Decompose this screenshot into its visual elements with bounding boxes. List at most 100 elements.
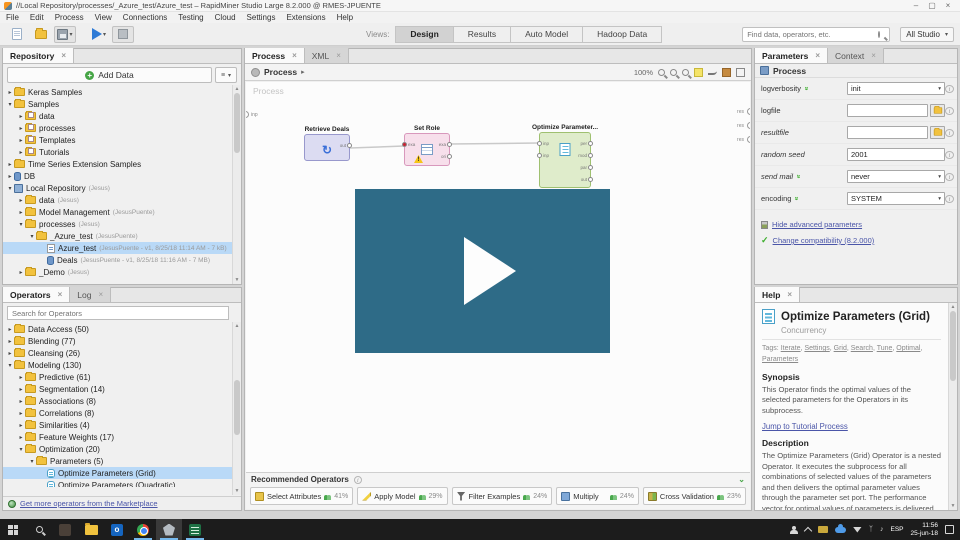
tree-item[interactable]: ▸ Blending (77) [3,335,241,347]
tab-context[interactable]: Context × [827,48,884,63]
scroll-down-icon[interactable]: ▼ [233,277,241,283]
scroll-up-icon[interactable]: ▲ [233,323,241,329]
tree-item[interactable]: Deals (JesusPuente - v1, 8/25/18 11:16 AM… [3,254,241,266]
open-process-button[interactable] [30,26,52,43]
wifi-icon[interactable] [852,526,862,533]
play-icon[interactable] [463,237,516,305]
parameter-input-resultfile[interactable] [847,126,928,139]
close-icon[interactable]: × [292,51,297,60]
tree-item[interactable]: ▾ Samples [3,98,241,110]
chevron-down-icon[interactable]: ▾ [6,185,14,192]
stop-process-button[interactable] [112,25,134,43]
tree-item[interactable]: ▾ Optimization (20) [3,443,241,455]
output-port[interactable] [347,143,352,148]
view-auto-model[interactable]: Auto Model [511,25,584,43]
output-port[interactable] [588,141,593,146]
tree-item[interactable]: ▸ Tutorials [3,146,241,158]
maximize-button[interactable]: ▢ [924,1,940,10]
chevron-down-icon[interactable]: ▾ [6,362,14,369]
operator-optimize-parameter-[interactable]: Optimize Parameter... inp inp per mod par out [532,124,598,188]
operator-retrieve-deals[interactable]: Retrieve Deals ↻ out [304,126,352,161]
menu-testing[interactable]: Testing [178,13,203,22]
scroll-up-icon[interactable]: ▲ [949,304,957,310]
chevron-right-icon[interactable]: ▸ [17,386,25,393]
chevron-right-icon[interactable]: ▸ [6,161,14,168]
tree-item[interactable]: ▸ Similarities (4) [3,419,241,431]
close-icon[interactable]: × [787,290,792,299]
parameter-dropdown-logverbosity[interactable]: init ▾ [847,82,945,95]
repository-menu-button[interactable]: ≡ ▾ [215,67,237,83]
recommended-operator-cross-validation[interactable]: Cross Validation 23% [642,487,746,505]
new-process-button[interactable] [6,26,28,43]
tree-item[interactable]: ▸ Model Management (JesusPuente) [3,206,241,218]
chevron-down-icon[interactable]: ▾ [17,446,25,453]
close-icon[interactable]: × [871,51,876,60]
output-port[interactable] [588,165,593,170]
chevron-right-icon[interactable]: ▸ [6,338,14,345]
taskbar-file-explorer[interactable] [78,519,104,540]
chevron-right-icon[interactable]: ▸ [17,410,25,417]
close-icon[interactable]: × [336,51,341,60]
global-search-input[interactable] [742,26,891,42]
recommended-operator-select-attributes[interactable]: Select Attributes 41% [250,487,354,505]
operators-scrollbar[interactable]: ▲ ▼ [232,322,241,495]
result-port[interactable] [747,108,750,115]
tree-item[interactable]: ▸ _Demo (Jesus) [3,266,241,278]
warning-icon[interactable]: ! [414,155,423,163]
tree-item[interactable]: ▸ Keras Samples [3,86,241,98]
info-icon[interactable]: i [945,172,954,181]
save-process-button[interactable]: ▾ [54,25,76,43]
run-dropdown-caret-icon[interactable]: ▾ [103,31,106,38]
menu-view[interactable]: View [95,13,112,22]
save-dropdown-caret-icon[interactable]: ▾ [69,31,72,38]
run-process-button[interactable]: ▾ [88,26,110,43]
help-tag-link[interactable]: Settings [804,345,829,352]
input-port[interactable] [537,141,542,146]
maximize-view-icon[interactable] [736,67,745,77]
output-port[interactable] [588,177,593,182]
breadcrumb[interactable]: Process [264,67,297,77]
chevron-right-icon[interactable]: ▸ [6,326,14,333]
collapse-recommendations-icon[interactable]: ⌄ [738,475,745,484]
recommended-operator-filter-examples[interactable]: Filter Examples 24% [451,487,553,505]
operator-search-input[interactable] [7,306,229,320]
menu-settings[interactable]: Settings [247,13,276,22]
taskbar-outlook[interactable]: o [104,519,130,540]
chevron-right-icon[interactable]: ▸ [17,137,25,144]
info-icon[interactable]: i [945,150,954,159]
output-port[interactable] [588,153,593,158]
start-button[interactable] [0,519,26,540]
tree-item[interactable]: ▾ Modeling (130) [3,359,241,371]
chevron-right-icon[interactable]: ▸ [17,125,25,132]
taskbar-excel[interactable] [182,519,208,540]
tree-item[interactable]: Optimize Parameters (Quadratic) [3,479,241,487]
repository-scrollbar[interactable]: ▲ ▼ [232,85,241,284]
result-port[interactable] [747,122,750,129]
menu-edit[interactable]: Edit [30,13,44,22]
chevron-right-icon[interactable]: ▸ [17,149,25,156]
scroll-down-icon[interactable]: ▼ [233,488,241,494]
add-note-icon[interactable] [694,67,703,77]
tutorial-video-overlay[interactable] [355,189,610,353]
menu-file[interactable]: File [6,13,19,22]
zoom-fit-icon[interactable] [682,68,689,76]
menu-help[interactable]: Help [337,13,353,22]
tree-item[interactable]: Azure_test (JesusPuente - v1, 8/25/18 11:… [3,242,241,254]
recommended-operator-multiply[interactable]: Multiply 24% [556,487,639,505]
onedrive-icon[interactable] [834,523,846,533]
help-tag-link[interactable]: Grid [834,345,847,352]
people-tray-icon[interactable] [789,525,798,534]
operator-set-role[interactable]: Set Role exa exa ori! [402,125,452,166]
chevron-right-icon[interactable]: ▸ [6,173,14,180]
tree-item[interactable]: ▸ Associations (8) [3,395,241,407]
tray-expand-icon[interactable] [803,526,813,536]
tree-item[interactable]: ▸ Cleansing (26) [3,347,241,359]
chevron-right-icon[interactable]: ▸ [6,350,14,357]
help-tag-link[interactable]: Iterate [781,345,801,352]
menu-cloud[interactable]: Cloud [215,13,236,22]
tab-parameters[interactable]: Parameters × [755,48,828,63]
input-port[interactable] [537,153,542,158]
chevron-down-icon[interactable]: ▾ [28,233,36,240]
tree-item[interactable]: ▸ processes [3,122,241,134]
parameter-dropdown-send-mail[interactable]: never ▾ [847,170,945,183]
